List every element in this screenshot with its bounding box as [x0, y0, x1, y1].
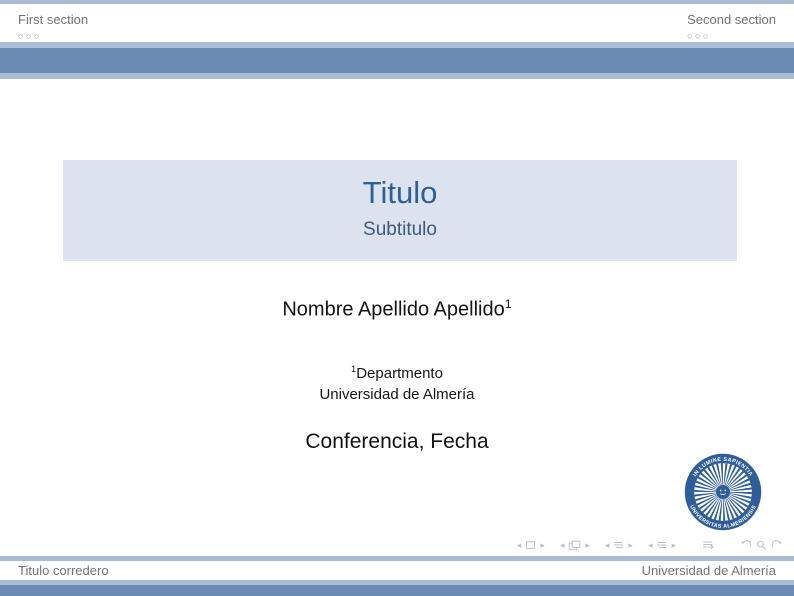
section-link-first[interactable]: First section: [18, 12, 88, 28]
nav-frame-group: ◂ ▸: [558, 540, 592, 551]
footer-bottom-bar: [0, 585, 794, 596]
author-footnote-marker: 1: [505, 297, 512, 311]
slide-icon[interactable]: [525, 540, 536, 550]
nav-history-group: [738, 540, 785, 551]
nav-subsection-group: ◂ ▸: [603, 540, 635, 550]
header-section-first: First section ○○○: [18, 12, 88, 41]
seal-sun-eye-left: [720, 490, 722, 492]
conference-date-line: Conferencia, Fecha: [0, 430, 794, 454]
prev-slide-arrow-icon[interactable]: ◂: [515, 541, 524, 550]
appendix-icon[interactable]: [702, 540, 714, 550]
slide-canvas: First section ○○○ Second section ○○○ Tit…: [0, 0, 794, 596]
university-seal-logo: IN LUMINE SAPIENTIA UNIVERSITAS ALMERIEN…: [684, 453, 762, 531]
header-section-second: Second section ○○○: [687, 12, 776, 41]
author-name: Nombre Apellido Apellido: [282, 299, 504, 321]
header-navigation-strip: First section ○○○ Second section ○○○: [0, 4, 794, 42]
prev-section-arrow-icon[interactable]: ◂: [646, 541, 655, 550]
prev-subsection-arrow-icon[interactable]: ◂: [603, 541, 612, 550]
footer-strip: Titulo corredero Universidad de Almería: [0, 561, 794, 580]
seal-sun-face: [716, 485, 730, 499]
author-line: Nombre Apellido Apellido1: [0, 297, 794, 322]
search-icon[interactable]: [756, 540, 767, 551]
next-section-arrow-icon[interactable]: ▸: [669, 541, 678, 550]
mini-frame-bullets-first[interactable]: ○○○: [18, 31, 88, 41]
seal-sun-eye-right: [724, 490, 726, 492]
nav-appendix-group: [700, 540, 716, 550]
prev-frame-arrow-icon[interactable]: ◂: [558, 541, 567, 550]
header-bottom-bar: [0, 73, 794, 79]
title-block: Titulo Subtitulo: [63, 160, 737, 261]
next-subsection-arrow-icon[interactable]: ▸: [626, 541, 635, 550]
undo-icon[interactable]: [740, 540, 752, 551]
nav-slide-group: ◂ ▸: [515, 540, 547, 550]
institute-block: 1Departmento Universidad de Almería: [0, 359, 794, 405]
mini-frame-bullets-second[interactable]: ○○○: [687, 31, 776, 41]
redo-icon[interactable]: [771, 540, 783, 551]
section-link-second[interactable]: Second section: [687, 12, 776, 28]
department-name: Departmento: [356, 365, 443, 382]
header-main-bar: [0, 48, 794, 73]
slide-title: Titulo: [63, 160, 737, 211]
frame-icon[interactable]: [568, 540, 581, 551]
slide-subtitle: Subtitulo: [63, 211, 737, 241]
nav-section-group: ◂ ▸: [646, 540, 678, 550]
university-line: Universidad de Almería: [0, 384, 794, 405]
next-frame-arrow-icon[interactable]: ▸: [583, 541, 592, 550]
beamer-navigation-bar: ◂ ▸ ◂ ▸ ◂ ▸ ◂ ▸: [504, 537, 785, 553]
footer-short-title: Titulo corredero: [18, 561, 109, 580]
next-slide-arrow-icon[interactable]: ▸: [538, 541, 547, 550]
footer-institution: Universidad de Almería: [642, 561, 776, 580]
subsection-icon[interactable]: [613, 540, 624, 550]
department-line: 1Departmento: [0, 359, 794, 384]
section-icon[interactable]: [656, 540, 667, 550]
